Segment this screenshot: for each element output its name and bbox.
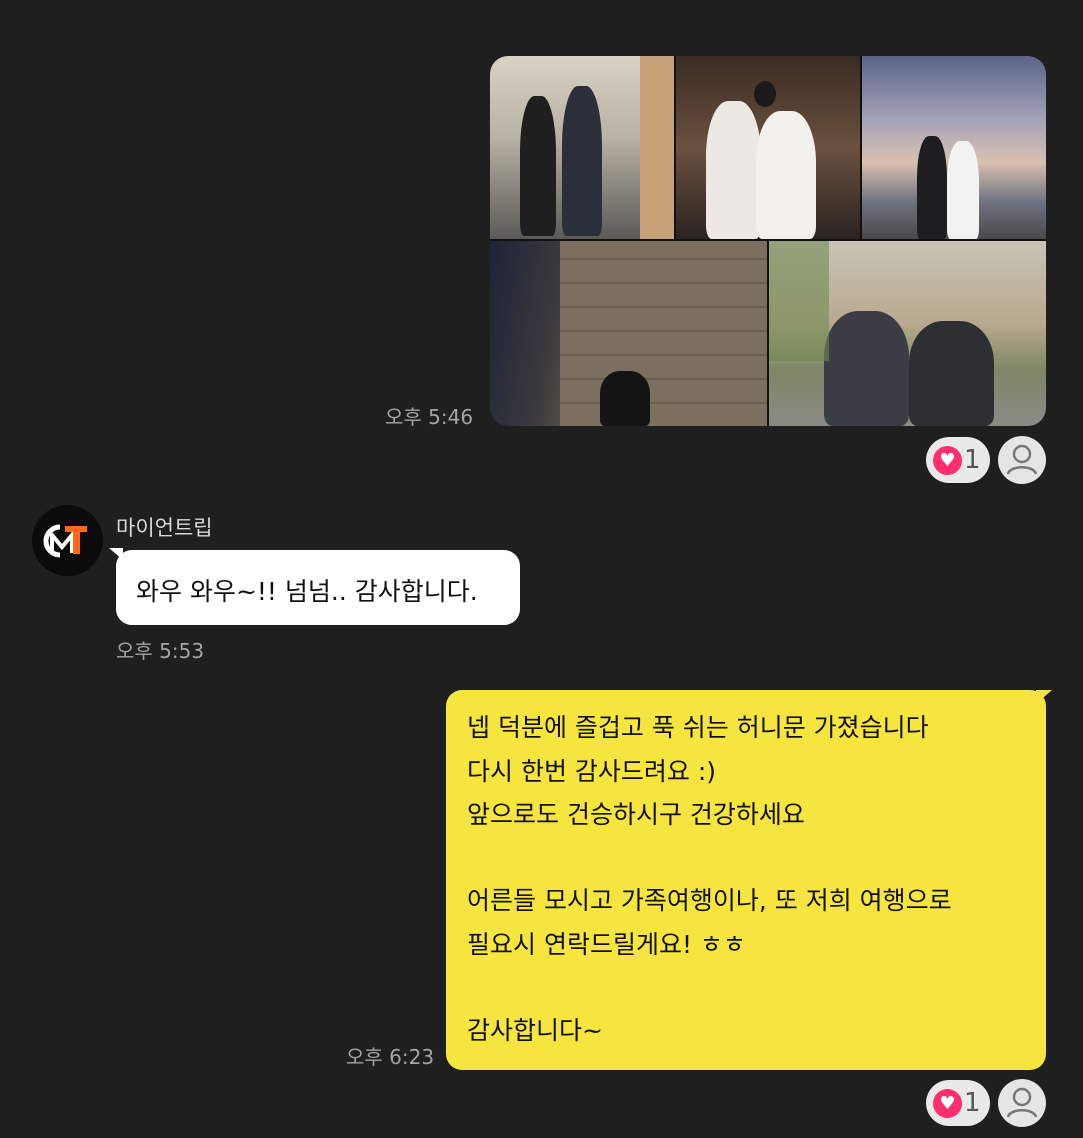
message-line: 필요시 연락드릴게요! ㅎㅎ [467,930,746,959]
photo-album-message[interactable] [490,56,1046,426]
my-message-time: 오후 6:23 [346,1045,435,1069]
honeymoon-photo-5[interactable] [769,241,1046,426]
message-line: 다시 한번 감사드려요 :) [467,757,717,786]
person-icon [1006,444,1038,475]
honeymoon-photo-3[interactable] [862,56,1046,239]
partner-message-text: 와우 와우~!! 넘넘.. 감사합니다. [136,577,478,606]
sender-name: 마이언트립 [116,516,213,540]
message-line: 감사합니다~ [467,1016,603,1045]
my-message-bubble[interactable]: 넵 덕분에 즐겁고 푹 쉬는 허니문 가졌습니다 다시 한번 감사드려요 :) … [446,690,1046,1070]
mit-logo [43,524,87,558]
reader-avatar[interactable] [998,436,1046,484]
person-icon [1006,1087,1038,1118]
partner-message-bubble[interactable]: 와우 와우~!! 넘넘.. 감사합니다. [116,550,520,625]
photo-reaction-pill[interactable]: ♥ 1 [926,437,990,483]
photo-message-time: 오후 5:46 [385,405,474,429]
honeymoon-photo-1[interactable] [490,56,674,239]
honeymoon-photo-4[interactable] [490,241,767,426]
photo-reaction-count: 1 [964,445,981,475]
partner-message-time: 오후 5:53 [116,639,205,663]
message-reaction-pill[interactable]: ♥ 1 [926,1080,990,1126]
message-line: 앞으로도 건승하시구 건강하세요 [467,800,805,829]
message-reaction-count: 1 [964,1088,981,1118]
message-line: 넵 덕분에 즐겁고 푹 쉬는 허니문 가졌습니다 [467,713,929,742]
message-line: 어른들 모시고 가족여행이나, 또 저희 여행으로 [467,886,952,915]
honeymoon-photo-2[interactable] [676,56,860,239]
heart-icon: ♥ [933,1089,962,1118]
reader-avatar[interactable] [998,1079,1046,1127]
heart-icon: ♥ [933,446,962,475]
sender-avatar-logo[interactable] [32,505,103,576]
